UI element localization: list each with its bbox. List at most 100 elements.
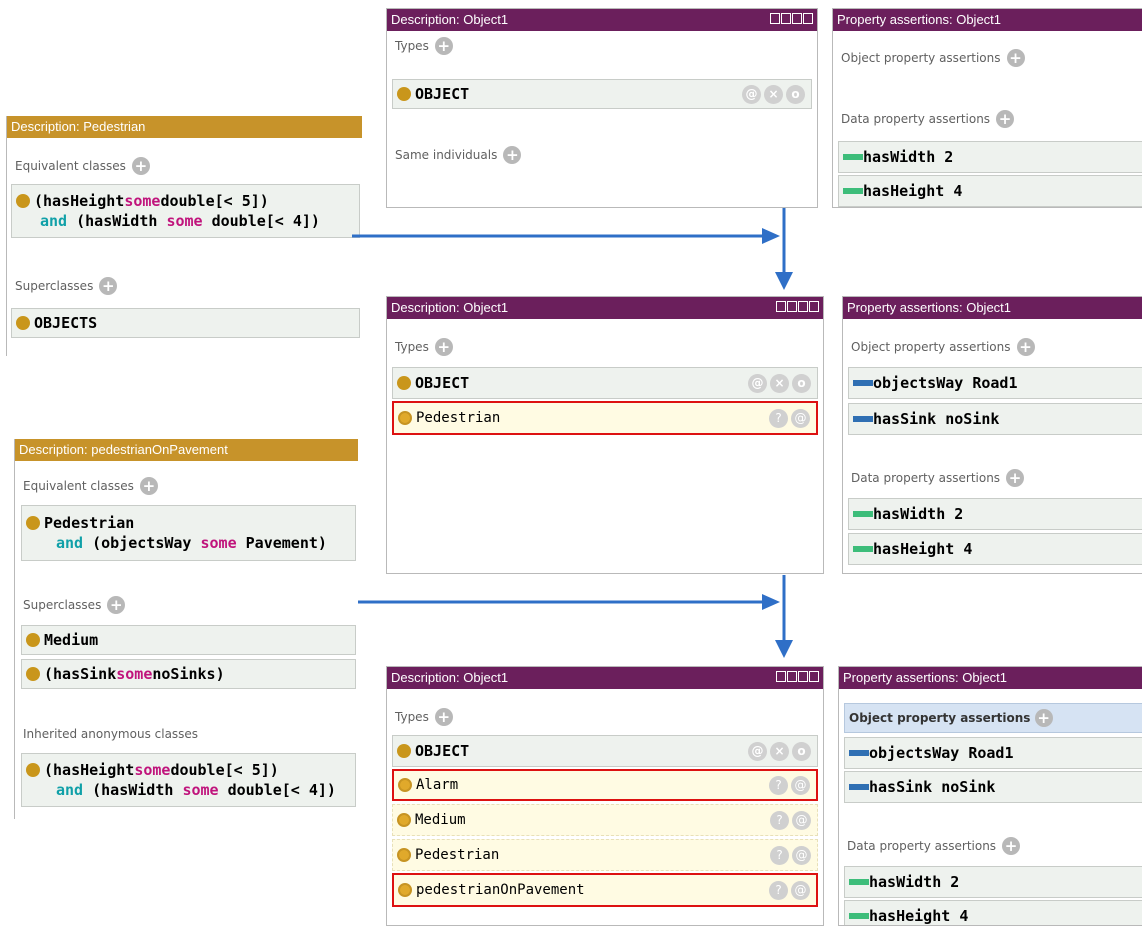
same-individuals-section: Same individuals + (387, 146, 522, 164)
delete-icon[interactable]: × (764, 84, 783, 104)
expr-text: Pedestrian (44, 514, 135, 532)
explain-icon[interactable]: @ (748, 373, 767, 393)
add-data-property-button[interactable]: + (996, 110, 1015, 128)
inferred-type-row[interactable]: Pedestrian ? @ (392, 839, 818, 871)
superclasses-section: Superclasses + (7, 277, 118, 295)
explain-icon[interactable]: ? (769, 880, 788, 900)
minimize-icon[interactable] (781, 13, 791, 24)
inferred-type-label: Pedestrian (415, 847, 500, 863)
expr-text: double[< 4]) (218, 781, 336, 799)
inferred-type-label: Pedestrian (416, 410, 501, 426)
explain-icon[interactable]: @ (742, 84, 761, 104)
object-assertion-row[interactable]: hasSink noSink (848, 403, 1142, 435)
add-superclass-button[interactable]: + (99, 277, 118, 295)
minimize-icon[interactable] (787, 671, 797, 682)
restore-icon[interactable] (770, 13, 780, 24)
object-property-icon (849, 784, 869, 790)
type-object-row[interactable]: OBJECT @ × o (392, 367, 818, 399)
add-data-property-button[interactable]: + (1006, 469, 1025, 487)
object-assertion-row[interactable]: objectsWay Road1 (844, 737, 1142, 769)
window-controls[interactable] (776, 671, 819, 682)
explain-icon[interactable]: ? (770, 845, 789, 865)
inherited-class-expression[interactable]: (hasHeight some double[< 5]) and (hasWid… (21, 753, 356, 807)
close-icon[interactable] (809, 671, 819, 682)
object-assertion-row[interactable]: objectsWay Road1 (848, 367, 1142, 399)
add-type-button[interactable]: + (434, 708, 453, 726)
object-property-icon (853, 380, 873, 386)
equivalent-classes-label: Equivalent classes (15, 159, 126, 173)
add-superclass-button[interactable]: + (107, 596, 126, 614)
minimize-icon[interactable] (787, 301, 797, 312)
explain-icon[interactable]: ? (769, 408, 788, 428)
maximize-icon[interactable] (798, 671, 808, 682)
type-object-row[interactable]: OBJECT @ × o (392, 735, 818, 767)
mid-description-panel: Description: Object1 Types + OBJECT @ × o P… (386, 296, 824, 574)
add-equivalent-class-button[interactable]: + (139, 477, 158, 495)
window-controls[interactable] (770, 13, 813, 24)
inherited-anonymous-label: Inherited anonymous classes (23, 727, 199, 741)
keyword-some: some (200, 534, 237, 552)
class-icon (397, 744, 411, 758)
property-name: hasSink (873, 410, 937, 428)
panel-title: Description: pedestrianOnPavement (19, 442, 228, 457)
data-assertion-row[interactable]: hasWidth 2 (848, 498, 1142, 530)
add-equivalent-class-button[interactable]: + (131, 157, 150, 175)
add-type-button[interactable]: + (434, 37, 453, 55)
explain-icon[interactable]: ? (770, 810, 789, 830)
inferred-type-row[interactable]: Medium ? @ (392, 804, 818, 836)
restore-icon[interactable] (776, 301, 786, 312)
keyword-and: and (40, 212, 68, 230)
expr-text: double[< 5]) (160, 192, 269, 210)
equivalent-class-expression[interactable]: (hasHeight some double[< 5]) and (hasWid… (11, 184, 360, 238)
data-assertion-row[interactable]: hasHeight 4 (838, 175, 1142, 207)
info-icon[interactable]: @ (791, 880, 810, 900)
add-data-property-button[interactable]: + (1002, 837, 1021, 855)
add-object-property-button[interactable]: + (1034, 709, 1053, 727)
data-assertion-row[interactable]: hasHeight 4 (844, 900, 1142, 925)
same-individuals-label: Same individuals (395, 148, 498, 162)
restore-icon[interactable] (776, 671, 786, 682)
edit-icon[interactable]: o (792, 741, 811, 761)
info-icon[interactable]: @ (792, 810, 811, 830)
equivalent-class-expression[interactable]: Pedestrian and (objectsWay some Pavement… (21, 505, 356, 561)
type-object-row[interactable]: OBJECT @ × o (392, 79, 812, 109)
superclass-row[interactable]: Medium (21, 625, 356, 655)
info-icon[interactable]: @ (791, 408, 810, 428)
close-icon[interactable] (809, 301, 819, 312)
explain-icon[interactable]: @ (748, 741, 767, 761)
superclass-row[interactable]: (hasSink some noSinks) (21, 659, 356, 689)
bottom-property-title: Property assertions: Object1 (839, 667, 1142, 689)
maximize-icon[interactable] (792, 13, 802, 24)
top-description-panel: Description: Object1 Types + OBJECT @ × o S… (386, 8, 818, 208)
window-controls[interactable] (776, 301, 819, 312)
add-object-property-button[interactable]: + (1016, 338, 1035, 356)
pedestrian-description-title: Description: Pedestrian (7, 116, 362, 138)
add-object-property-button[interactable]: + (1006, 49, 1025, 67)
data-assertion-row[interactable]: hasWidth 2 (844, 866, 1142, 898)
type-object-label: OBJECT (415, 85, 470, 103)
info-icon[interactable]: @ (791, 775, 810, 795)
object-property-label: Object property assertions (849, 711, 1031, 725)
inferred-type-row[interactable]: Alarm ? @ (392, 769, 818, 801)
property-value: 4 (959, 907, 969, 925)
data-property-icon (853, 546, 873, 552)
inferred-type-row[interactable]: Pedestrian ? @ (392, 401, 818, 435)
object-property-section[interactable]: Object property assertions + (844, 703, 1142, 733)
edit-icon[interactable]: o (792, 373, 811, 393)
inferred-type-row[interactable]: pedestrianOnPavement ? @ (392, 873, 818, 907)
delete-icon[interactable]: × (770, 373, 789, 393)
inherited-anonymous-section: Inherited anonymous classes (15, 727, 198, 741)
maximize-icon[interactable] (798, 301, 808, 312)
close-icon[interactable] (803, 13, 813, 24)
pedestrian-on-pavement-panel: Description: pedestrianOnPavement Equiva… (14, 439, 358, 819)
edit-icon[interactable]: o (786, 84, 805, 104)
delete-icon[interactable]: × (770, 741, 789, 761)
info-icon[interactable]: @ (792, 845, 811, 865)
add-same-individual-button[interactable]: + (503, 146, 522, 164)
object-assertion-row[interactable]: hasSink noSink (844, 771, 1142, 803)
data-assertion-row[interactable]: hasHeight 4 (848, 533, 1142, 565)
explain-icon[interactable]: ? (769, 775, 788, 795)
superclass-row[interactable]: OBJECTS (11, 308, 360, 338)
add-type-button[interactable]: + (434, 338, 453, 356)
data-assertion-row[interactable]: hasWidth 2 (838, 141, 1142, 173)
